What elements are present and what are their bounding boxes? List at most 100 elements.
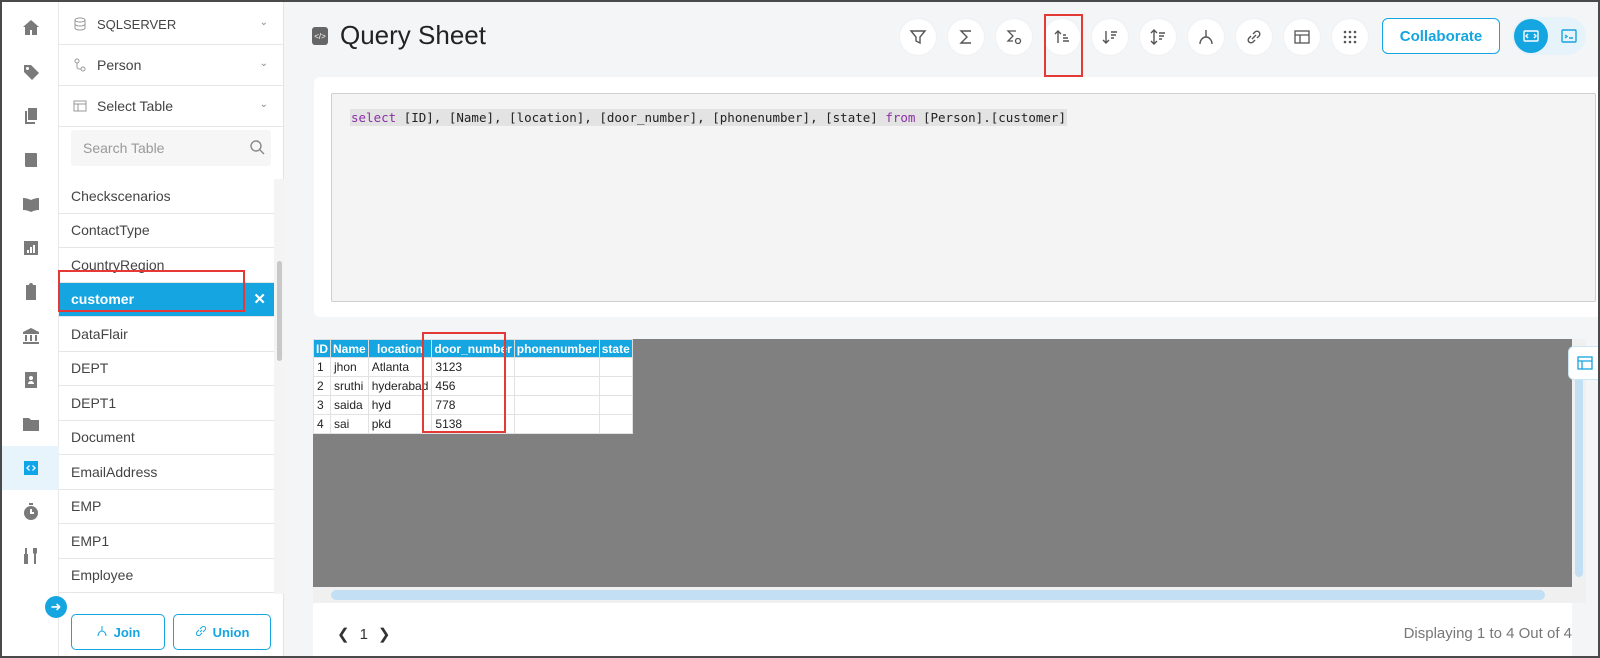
table-cell[interactable] xyxy=(513,395,600,415)
table-select-label: Select Table xyxy=(97,98,174,114)
column-header[interactable]: phonenumber xyxy=(513,339,600,358)
table-cell[interactable]: 778 xyxy=(431,395,515,415)
list-item[interactable]: EMP1 xyxy=(59,524,274,559)
search-icon[interactable] xyxy=(249,139,265,158)
table-cell[interactable]: 3 xyxy=(313,395,331,415)
expand-sidebar-button[interactable]: ➜ xyxy=(45,596,67,618)
table-cell[interactable]: jhon xyxy=(330,357,369,377)
formula-settings-icon[interactable] xyxy=(996,19,1032,55)
table-select[interactable]: Select Table ⌄ xyxy=(59,86,284,127)
copy-icon[interactable] xyxy=(2,94,59,138)
table-cell[interactable]: saida xyxy=(330,395,369,415)
list-item[interactable]: DEPT1 xyxy=(59,386,274,421)
results-grid: ID Name location door_number phonenumber… xyxy=(313,339,1572,587)
close-icon[interactable]: ✕ xyxy=(253,290,266,308)
list-item[interactable]: EmailAddress xyxy=(59,455,274,490)
filter-icon[interactable] xyxy=(900,19,936,55)
sql-query-text: select [ID], [Name], [location], [door_n… xyxy=(350,109,1067,126)
sort-descending-icon[interactable] xyxy=(1092,19,1128,55)
table-cell[interactable] xyxy=(598,414,633,434)
sort-icon[interactable] xyxy=(1140,19,1176,55)
page-title: Query Sheet xyxy=(340,20,486,50)
search-input[interactable] xyxy=(83,140,248,156)
column-header[interactable]: ID xyxy=(313,339,331,358)
list-item[interactable]: Document xyxy=(59,421,274,455)
table-cell[interactable] xyxy=(513,376,600,396)
bank-icon[interactable] xyxy=(2,314,59,358)
scrollbar-thumb[interactable] xyxy=(1575,349,1583,577)
table-cell[interactable]: pkd xyxy=(367,414,433,434)
table-cell[interactable]: 2 xyxy=(313,376,331,396)
sql-columns: [ID], [Name], [location], [door_number],… xyxy=(403,110,878,125)
column-header[interactable]: location xyxy=(367,339,433,358)
merge-icon[interactable] xyxy=(1188,19,1224,55)
view-toggle[interactable] xyxy=(1512,17,1586,55)
table-cell[interactable]: 1 xyxy=(313,357,331,377)
datasource-select[interactable]: SQLSERVER ⌄ xyxy=(59,4,284,45)
table-header-row: ID Name location door_number phonenumber… xyxy=(313,339,633,358)
column-header[interactable]: door_number xyxy=(431,339,515,358)
link-icon[interactable] xyxy=(1236,19,1272,55)
list-item-selected[interactable]: customer ✕ xyxy=(59,282,274,317)
search-table xyxy=(71,130,271,166)
join-icon xyxy=(96,625,108,640)
folder-icon[interactable] xyxy=(2,402,59,446)
table-cell[interactable]: hyderabad xyxy=(367,376,433,396)
book-icon[interactable] xyxy=(2,138,59,182)
chevron-right-icon[interactable]: ❯ xyxy=(378,625,391,643)
home-icon[interactable] xyxy=(2,6,59,50)
table-cell[interactable]: 5138 xyxy=(431,414,515,434)
table-icon[interactable] xyxy=(1284,19,1320,55)
report-icon[interactable] xyxy=(2,226,59,270)
list-item[interactable]: DEPT xyxy=(59,352,274,386)
table-cell[interactable]: 3123 xyxy=(431,357,515,377)
chevron-down-icon: ⌄ xyxy=(259,17,268,28)
clipboard-icon[interactable] xyxy=(2,270,59,314)
scrollbar-thumb[interactable] xyxy=(331,590,1545,600)
terminal-view-icon[interactable] xyxy=(1552,19,1586,53)
column-header[interactable]: state xyxy=(598,339,633,358)
table-cell[interactable] xyxy=(598,395,633,415)
sigma-icon[interactable] xyxy=(948,19,984,55)
sort-ascending-icon[interactable] xyxy=(1044,19,1080,55)
list-item[interactable]: Employee xyxy=(59,559,274,593)
table-cell[interactable] xyxy=(598,376,633,396)
grid-dots-icon[interactable] xyxy=(1332,19,1368,55)
schema-select[interactable]: Person ⌄ xyxy=(59,45,284,86)
table-cell[interactable]: Atlanta xyxy=(367,357,433,377)
timer-icon[interactable] xyxy=(2,490,59,534)
list-item[interactable]: CountryRegion xyxy=(59,248,274,283)
table-cell[interactable] xyxy=(598,357,633,377)
table-cell[interactable]: 4 xyxy=(313,414,331,434)
table-list-scrollbar[interactable] xyxy=(274,179,284,594)
join-button[interactable]: Join xyxy=(71,614,165,650)
list-item[interactable]: EMP xyxy=(59,490,274,524)
table-cell[interactable]: sruthi xyxy=(330,376,369,396)
list-item[interactable]: ContactType xyxy=(59,214,274,248)
union-button[interactable]: Union xyxy=(173,614,271,650)
contact-icon[interactable] xyxy=(2,358,59,402)
collaborate-button[interactable]: Collaborate xyxy=(1382,18,1500,54)
tag-icon[interactable] xyxy=(2,50,59,94)
page-number[interactable]: 1 xyxy=(360,626,368,643)
table-cell[interactable]: 456 xyxy=(431,376,515,396)
results-horizontal-scrollbar[interactable] xyxy=(313,587,1572,603)
chevron-down-icon: ⌄ xyxy=(259,99,268,110)
tools-icon[interactable] xyxy=(2,534,59,578)
pagination: ❮ 1 ❯ xyxy=(337,625,391,644)
column-panel-toggle[interactable] xyxy=(1568,346,1598,380)
list-item[interactable]: DataFlair xyxy=(59,317,274,352)
chevron-left-icon[interactable]: ❮ xyxy=(337,625,350,643)
table-cell[interactable]: sai xyxy=(330,414,369,434)
table-cell[interactable]: hyd xyxy=(367,395,433,415)
column-header[interactable]: Name xyxy=(330,339,369,358)
sql-keyword: select xyxy=(351,110,397,125)
table-cell[interactable] xyxy=(513,357,600,377)
table-cell[interactable] xyxy=(513,414,600,434)
code-icon[interactable] xyxy=(2,446,59,490)
open-book-icon[interactable] xyxy=(2,182,59,226)
sql-editor[interactable]: select [ID], [Name], [location], [door_n… xyxy=(331,93,1596,302)
editor-view-icon[interactable] xyxy=(1514,19,1548,53)
list-item[interactable]: Checkscenarios xyxy=(59,179,274,214)
scrollbar-thumb[interactable] xyxy=(277,261,282,361)
